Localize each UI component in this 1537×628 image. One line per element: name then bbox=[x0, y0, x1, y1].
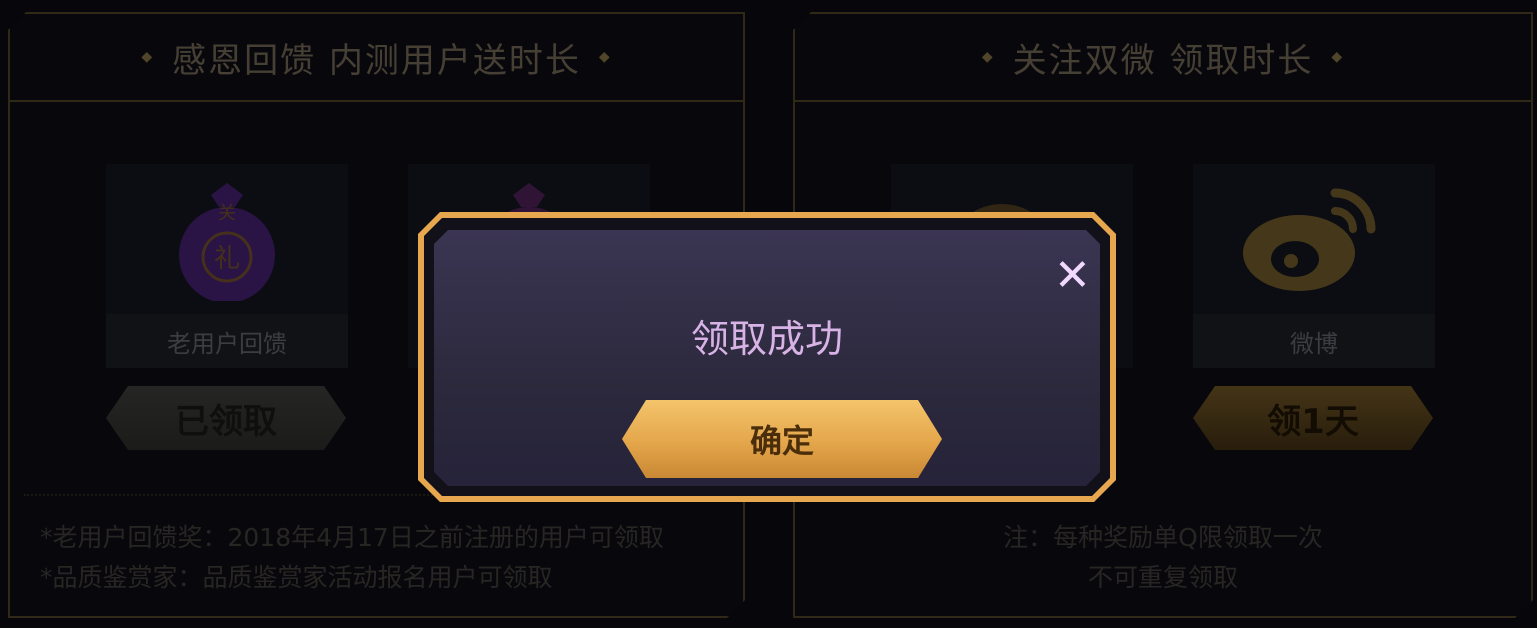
close-icon[interactable]: ✕ bbox=[1054, 258, 1090, 294]
modal-title: 领取成功 bbox=[690, 317, 843, 361]
modal-body: ✕ 领取成功 确定 bbox=[434, 230, 1100, 486]
modal-frame: ✕ 领取成功 确定 bbox=[424, 218, 1110, 496]
confirm-button[interactable]: 确定 bbox=[622, 400, 942, 478]
success-modal: ✕ 领取成功 确定 bbox=[418, 212, 1116, 502]
